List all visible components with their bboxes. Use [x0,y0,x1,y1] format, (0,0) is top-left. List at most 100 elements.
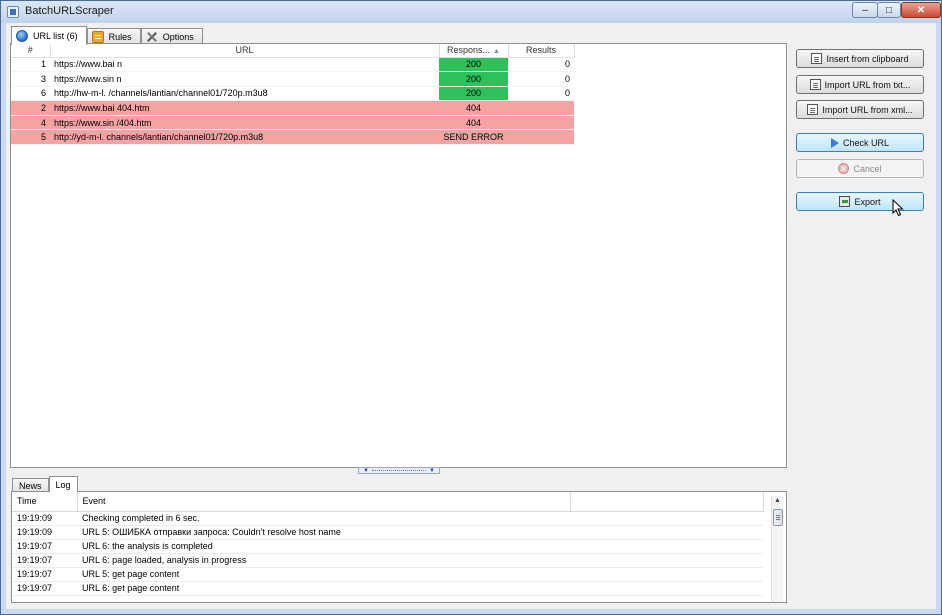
column-header-num[interactable]: # [11,44,51,58]
log-scrollbar[interactable]: ▲ [771,496,783,602]
check-url-label: Check URL [842,137,889,148]
log-table[interactable]: Time Event 19:19:09 Checking completed i… [12,492,764,596]
tools-icon [146,31,158,43]
clipboard-icon [811,53,823,64]
row-url: https://www.sin n [50,71,439,87]
log-time: 19:19:07 [12,539,77,554]
column-header-event[interactable]: Event [77,492,571,512]
tab-log-label: Log [55,479,71,490]
insert-from-clipboard-label: Insert from clipboard [826,53,909,64]
row-num: 4 [11,115,50,131]
log-event: URL 5: ОШИБКА отправки запроса: Couldn't… [77,525,570,540]
log-event: URL 5: get page content [77,567,570,582]
column-header-time[interactable]: Time [12,492,78,512]
export-icon [839,196,851,207]
tab-news[interactable]: News [12,478,49,492]
maximize-button[interactable]: □ [877,2,901,18]
row-results: 0 [508,57,574,73]
row-response: 200 [439,86,508,102]
app-icon [7,6,19,18]
scroll-up-icon[interactable]: ▲ [774,497,781,504]
row-num: 5 [11,129,50,146]
log-time: 19:19:07 [12,581,77,596]
insert-from-clipboard-button[interactable]: Insert from clipboard [796,49,924,68]
log-event: URL 6: the analysis is completed [77,539,570,554]
tab-url-list[interactable]: URL list (6) [11,26,87,45]
import-xml-button[interactable]: Import URL from xml... [796,100,924,119]
log-event: URL 6: page loaded, analysis in progress [77,553,570,568]
globe-icon [16,30,28,42]
sort-ascending-icon: ▲ [493,48,500,56]
export-label: Export [854,196,881,207]
row-results: 0 [508,86,574,102]
cancel-label: Cancel [853,163,882,174]
log-row[interactable]: 19:19:07 URL 6: get page content [12,581,763,596]
table-row[interactable]: 1 https://www.bai n 200 0 [11,57,574,73]
log-extra [570,567,763,582]
splitter-down-icon: ▼ [429,467,435,474]
log-row[interactable]: 19:19:07 URL 6: page loaded, analysis in… [12,553,763,568]
log-row[interactable]: 19:19:09 Checking completed in 6 sec. [12,511,763,526]
table-row[interactable]: 2 https://www.bai 404.htm 404 [11,100,574,116]
bottom-tabs: News Log [12,476,78,492]
row-url: https://www.bai 404.htm [50,100,439,116]
import-txt-label: Import URL from txt... [824,79,911,90]
tab-log[interactable]: Log [48,476,78,492]
splitter-down-icon: ▼ [363,467,369,474]
log-extra [570,511,763,526]
scrollbar-thumb[interactable] [773,509,783,526]
play-icon [830,137,839,148]
row-response: 200 [439,71,508,87]
table-row[interactable]: 3 https://www.sin n 200 0 [11,71,574,87]
log-time: 19:19:09 [12,525,77,540]
rules-icon [91,31,104,43]
panel-splitter[interactable]: ▼ ▼ [358,467,440,474]
close-button[interactable]: ✕ [901,2,941,18]
log-row[interactable]: 19:19:07 URL 6: the analysis is complete… [12,539,763,554]
row-url: https://www.bai n [50,57,439,73]
log-extra [570,525,763,540]
minimize-button[interactable]: – [852,2,878,18]
column-header-results[interactable]: Results [508,44,575,58]
column-header-response[interactable]: Respons... ▲ [439,44,509,58]
row-num: 1 [11,57,50,73]
table-row[interactable]: 6 http://hw-m-l. /channels/lantian/chann… [11,86,574,102]
log-row[interactable]: 19:19:09 URL 5: ОШИБКА отправки запроса:… [12,525,763,540]
url-list-panel: # URL Respons... ▲ Results 1 https://www.… [10,43,787,468]
row-response: 404 [439,115,508,131]
check-url-button[interactable]: Check URL [796,133,924,152]
cancel-icon [838,163,850,174]
row-num: 3 [11,71,50,87]
column-header-extra[interactable] [570,492,764,512]
tab-options-label: Options [162,32,194,42]
text-file-icon [809,79,821,90]
row-results [508,129,574,146]
cancel-button[interactable]: Cancel [796,159,924,178]
row-response: SEND ERROR [439,129,508,146]
url-table-header: # URL Respons... ▲ Results [11,44,575,58]
log-event: Checking completed in 6 sec. [77,511,570,526]
log-extra [570,539,763,554]
import-txt-button[interactable]: Import URL from txt... [796,75,924,94]
log-time: 19:19:09 [12,511,77,526]
export-button[interactable]: Export [796,192,924,211]
import-xml-label: Import URL from xml... [822,104,913,115]
column-header-url[interactable]: URL [50,44,440,58]
row-url: http://yd-m-l. channels/lantian/channel0… [50,129,439,146]
mouse-cursor-icon [892,199,904,217]
window-title: BatchURLScraper [25,5,114,17]
row-results [508,115,574,131]
column-header-response-label: Respons... [447,45,491,56]
app-window: BatchURLScraper – □ ✕ URL list (6) Rules… [0,0,942,615]
splitter-grip [371,470,427,471]
title-bar[interactable]: BatchURLScraper – □ ✕ [1,1,941,23]
xml-file-icon [807,104,819,115]
row-results [508,100,574,116]
table-row[interactable]: 4 https://www.sin /404.htm 404 [11,115,574,131]
log-row[interactable]: 19:19:07 URL 5: get page content [12,567,763,582]
table-row[interactable]: 5 http://yd-m-l. channels/lantian/channe… [11,129,574,146]
log-time: 19:19:07 [12,567,77,582]
row-response: 200 [439,57,508,73]
log-event: URL 6: get page content [77,581,570,596]
url-table[interactable]: # URL Respons... ▲ Results 1 https://www.… [11,44,575,146]
